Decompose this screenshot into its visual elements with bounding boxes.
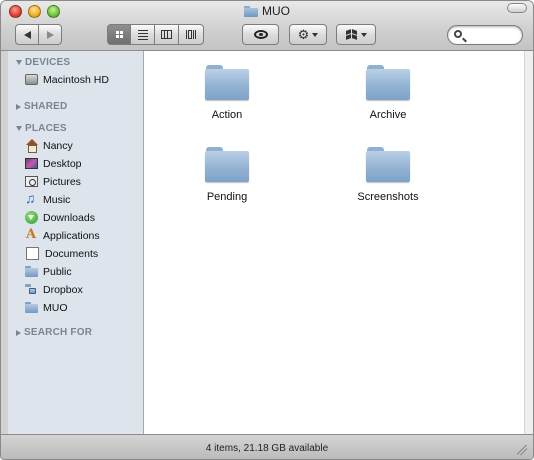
pictures-icon bbox=[25, 176, 38, 187]
sidebar-item-pictures[interactable]: Pictures bbox=[25, 173, 140, 190]
disclosure-down-icon bbox=[16, 60, 22, 65]
list-view-icon bbox=[137, 29, 148, 40]
chevron-down-icon bbox=[360, 32, 367, 37]
eye-icon bbox=[253, 30, 268, 39]
cover-flow-button[interactable] bbox=[178, 24, 204, 45]
search-field[interactable] bbox=[447, 25, 523, 45]
column-view-button[interactable] bbox=[154, 24, 179, 45]
back-button[interactable] bbox=[15, 24, 39, 45]
sidebar-item-nancy[interactable]: Nancy bbox=[25, 137, 140, 154]
sidebar-item-dropbox[interactable]: Dropbox bbox=[25, 281, 140, 298]
sidebar-section-devices[interactable]: DEVICES bbox=[16, 57, 70, 68]
forward-arrow-icon bbox=[46, 30, 54, 39]
folder-icon bbox=[366, 147, 410, 183]
folder-icon bbox=[205, 65, 249, 101]
toolbar-toggle-button[interactable] bbox=[507, 3, 527, 13]
hard-drive-icon bbox=[25, 74, 38, 85]
status-bar: 4 items, 21.18 GB available bbox=[1, 434, 533, 459]
sidebar-item-downloads[interactable]: Downloads bbox=[25, 209, 140, 226]
disclosure-right-icon bbox=[16, 103, 21, 110]
chevron-down-icon bbox=[312, 32, 319, 37]
back-arrow-icon bbox=[23, 30, 31, 39]
music-icon bbox=[25, 190, 38, 206]
window-title-text: MUO bbox=[262, 4, 290, 18]
home-icon bbox=[25, 139, 38, 153]
downloads-icon bbox=[25, 211, 38, 224]
list-view-button[interactable] bbox=[130, 24, 155, 45]
sidebar-item-desktop[interactable]: Desktop bbox=[25, 155, 140, 172]
folder-item-action[interactable]: Action bbox=[177, 65, 277, 121]
folder-item-archive[interactable]: Archive bbox=[338, 65, 438, 121]
desktop-icon bbox=[25, 158, 38, 169]
disclosure-right-icon bbox=[16, 329, 21, 336]
sidebar-item-muo[interactable]: MUO bbox=[25, 299, 140, 316]
title-toolbar: MUO ⚙ bbox=[1, 1, 533, 51]
forward-button[interactable] bbox=[38, 24, 62, 45]
sidebar-section-search-for[interactable]: SEARCH FOR bbox=[16, 327, 92, 338]
file-browser-content: Action Archive Pending Screenshots bbox=[144, 51, 526, 434]
folder-icon bbox=[244, 5, 258, 17]
window-title: MUO bbox=[1, 4, 533, 18]
search-icon bbox=[454, 30, 462, 38]
sidebar-item-macintosh-hd[interactable]: Macintosh HD bbox=[25, 71, 140, 88]
folder-icon bbox=[25, 301, 38, 314]
disclosure-down-icon bbox=[16, 126, 22, 131]
window-left-edge bbox=[1, 51, 8, 434]
folder-icon bbox=[205, 147, 249, 183]
status-text: 4 items, 21.18 GB available bbox=[205, 442, 329, 454]
quick-look-button[interactable] bbox=[242, 24, 279, 45]
folder-icon bbox=[366, 65, 410, 101]
sidebar-item-public[interactable]: Public bbox=[25, 263, 140, 280]
folder-icon bbox=[25, 265, 38, 278]
sidebar-item-applications[interactable]: Applications bbox=[25, 227, 140, 244]
column-view-icon bbox=[161, 30, 172, 39]
dropbox-icon bbox=[345, 28, 358, 40]
sidebar: DEVICES Macintosh HD SHARED PLACES Nancy… bbox=[8, 51, 144, 434]
icon-view-icon bbox=[115, 31, 123, 38]
folder-item-pending[interactable]: Pending bbox=[177, 147, 277, 203]
sidebar-section-places[interactable]: PLACES bbox=[16, 123, 67, 134]
action-menu-button[interactable]: ⚙ bbox=[289, 24, 327, 45]
sidebar-item-documents[interactable]: Documents bbox=[25, 245, 140, 262]
sidebar-section-shared[interactable]: SHARED bbox=[16, 101, 67, 112]
dropbox-menu-button[interactable] bbox=[336, 24, 376, 45]
sidebar-item-music[interactable]: Music bbox=[25, 190, 140, 208]
finder-window: MUO ⚙ DEVICES Macintosh HD SHARED PLACES… bbox=[0, 0, 534, 460]
dropbox-folder-icon bbox=[25, 283, 38, 296]
documents-icon bbox=[26, 247, 39, 260]
cover-flow-icon bbox=[186, 30, 196, 39]
resize-grip-icon[interactable] bbox=[517, 445, 527, 455]
icon-view-button[interactable] bbox=[107, 24, 131, 45]
folder-item-screenshots[interactable]: Screenshots bbox=[338, 147, 438, 203]
applications-icon bbox=[25, 227, 38, 242]
search-input[interactable] bbox=[468, 29, 520, 41]
gear-icon: ⚙ bbox=[297, 27, 310, 42]
right-edge bbox=[524, 51, 533, 434]
